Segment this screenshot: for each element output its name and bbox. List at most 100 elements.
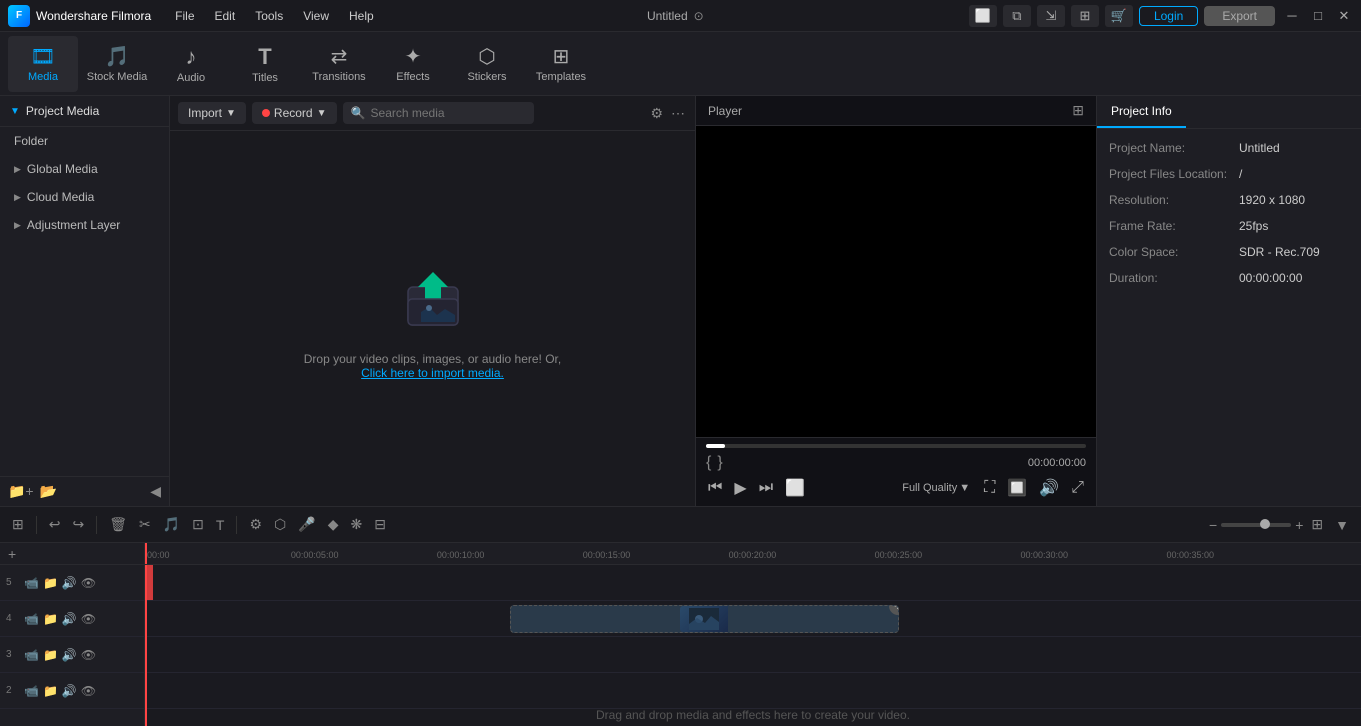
track-folder-icon-5[interactable]: 📁 (43, 576, 58, 590)
import-link[interactable]: Click here to import media. (361, 366, 504, 380)
expand-button[interactable]: ⤢ (1069, 477, 1086, 499)
left-panel-adjustment-layer[interactable]: ▶ Adjustment Layer (0, 211, 169, 239)
track-folder-icon-4[interactable]: 📁 (43, 612, 58, 626)
track-folder-icon-2[interactable]: 📁 (43, 684, 58, 698)
layout-icon-btn[interactable]: ⧉ (1003, 5, 1031, 27)
ai-btn[interactable]: ❋ (346, 514, 366, 535)
ruler-label-7: 00:00:35:00 (1166, 550, 1214, 560)
playhead-line (145, 543, 147, 564)
toolbar-item-effects[interactable]: ✦ Effects (378, 36, 448, 92)
login-button[interactable]: Login (1139, 6, 1198, 26)
app-name: Wondershare Filmora (36, 9, 151, 23)
media-label: Media (28, 71, 58, 83)
keyframe-btn[interactable]: ◆ (324, 514, 343, 535)
menu-view[interactable]: View (295, 7, 337, 25)
more-options-icon[interactable]: ⋯ (669, 103, 687, 124)
progress-bar[interactable] (706, 444, 1086, 448)
mark-btn[interactable]: ⬡ (270, 514, 290, 535)
grid-icon-btn[interactable]: ⊞ (1071, 5, 1099, 27)
search-input[interactable] (343, 102, 534, 124)
zoom-slider[interactable] (1221, 523, 1291, 527)
track-row-4[interactable]: + (145, 601, 1361, 637)
track-audio-icon-5[interactable]: 🔊 (62, 576, 77, 590)
redo-btn[interactable]: ↪ (68, 514, 88, 535)
pip-btn[interactable]: ⊟ (370, 514, 390, 535)
grid-layout-btn[interactable]: ⊞ (1307, 514, 1327, 535)
new-folder-icon[interactable]: 📂 (40, 483, 57, 500)
menu-edit[interactable]: Edit (207, 7, 244, 25)
track-camera-icon-4[interactable]: 📹 (24, 612, 39, 626)
monitor-icon-btn[interactable]: ⬜ (969, 5, 997, 27)
maximize-button[interactable]: □ (1309, 7, 1327, 25)
menu-file[interactable]: File (167, 7, 202, 25)
quality-button[interactable]: Full Quality ▼ (902, 482, 970, 494)
toolbar-item-audio[interactable]: ♪ Audio (156, 36, 226, 92)
zoom-slider-handle[interactable] (1260, 519, 1270, 529)
add-clip-btn[interactable]: + (889, 605, 899, 615)
screenshot-button[interactable]: ⬜ (783, 476, 807, 500)
track-camera-icon-5[interactable]: 📹 (24, 576, 39, 590)
undo-btn[interactable]: ↩ (45, 514, 65, 535)
track-camera-icon-2[interactable]: 📹 (24, 684, 39, 698)
filter-icon[interactable]: ⚙ (648, 103, 665, 124)
track-eye-icon-5[interactable]: 👁 (81, 576, 96, 590)
track-eye-icon-3[interactable]: 👁 (81, 648, 96, 662)
toolbar-item-transitions[interactable]: ⇄ Transitions (304, 36, 374, 92)
import-button[interactable]: Import ▼ (178, 102, 246, 124)
toolbar-item-titles[interactable]: T Titles (230, 36, 300, 92)
step-forward-button[interactable]: ⏭ (757, 477, 775, 499)
add-track-btn[interactable]: ⊞ (8, 514, 28, 535)
menu-help[interactable]: Help (341, 7, 382, 25)
toolbar-item-stock[interactable]: 🎵 Stock Media (82, 36, 152, 92)
text-btn[interactable]: T (212, 515, 229, 535)
audio-detach-btn[interactable]: 🎵 (159, 514, 184, 535)
track-row-3[interactable] (145, 637, 1361, 673)
ruler-label-4: 00:00:20:00 (729, 550, 777, 560)
track-eye-icon-4[interactable]: 👁 (81, 612, 96, 626)
toolbar-item-stickers[interactable]: ⬡ Stickers (452, 36, 522, 92)
menu-tools[interactable]: Tools (247, 7, 291, 25)
timeline-area: ⊞ ↩ ↪ 🗑 ✂ 🎵 ⊡ T ⚙ ⬡ 🎤 ◆ ❋ ⊟ − + ⊞ ▼ + (0, 506, 1361, 726)
toolbar-item-templates[interactable]: ⊞ Templates (526, 36, 596, 92)
mark-out-btn[interactable]: } (717, 454, 722, 472)
left-panel-folder[interactable]: Folder (0, 127, 169, 155)
voice-btn[interactable]: 🎤 (294, 514, 319, 535)
add-folder-icon[interactable]: 📁+ (8, 483, 34, 500)
tab-project-info[interactable]: Project Info (1097, 96, 1186, 128)
volume-button[interactable]: 🔊 (1037, 476, 1061, 500)
speed-btn[interactable]: ⚙ (245, 514, 266, 535)
toolbar-item-media[interactable]: 🎞 Media (8, 36, 78, 92)
collapse-panel-btn[interactable]: ◀ (150, 483, 161, 500)
track-row-2[interactable] (145, 673, 1361, 709)
track-audio-icon-3[interactable]: 🔊 (62, 648, 77, 662)
cart-icon-btn[interactable]: 🛒 (1105, 5, 1133, 27)
track-audio-icon-4[interactable]: 🔊 (62, 612, 77, 626)
mark-in-btn[interactable]: { (706, 454, 711, 472)
track-row-5[interactable] (145, 565, 1361, 601)
minimize-button[interactable]: ─ (1283, 7, 1301, 25)
zoom-in-btn[interactable]: + (1295, 517, 1303, 533)
play-button[interactable]: ▶ (732, 476, 748, 500)
track-eye-icon-2[interactable]: 👁 (81, 684, 96, 698)
files-location-value: / (1239, 167, 1242, 181)
step-back-button[interactable]: ⏮ (706, 477, 724, 499)
delete-btn[interactable]: 🗑 (105, 514, 131, 535)
cut-btn[interactable]: ✂ (135, 514, 155, 535)
crop-button[interactable]: 🔲 (1005, 476, 1029, 500)
more-btn[interactable]: ▼ (1331, 515, 1353, 535)
track-clip-4[interactable]: + (510, 605, 899, 633)
close-button[interactable]: ✕ (1335, 7, 1353, 25)
left-panel-cloud-media[interactable]: ▶ Cloud Media (0, 183, 169, 211)
export-button[interactable]: Export (1204, 6, 1275, 26)
record-button[interactable]: Record ▼ (252, 102, 337, 124)
fullscreen-button[interactable]: ⛶ (982, 477, 997, 499)
track-camera-icon-3[interactable]: 📹 (24, 648, 39, 662)
zoom-out-btn[interactable]: − (1209, 517, 1217, 533)
left-panel-global-media[interactable]: ▶ Global Media (0, 155, 169, 183)
player-settings-icon[interactable]: ⊞ (1072, 102, 1084, 119)
add-video-track-btn[interactable]: + (8, 546, 16, 562)
ungroup-btn[interactable]: ⊡ (188, 514, 208, 535)
track-audio-icon-2[interactable]: 🔊 (62, 684, 77, 698)
expand-icon-btn[interactable]: ⇲ (1037, 5, 1065, 27)
track-folder-icon-3[interactable]: 📁 (43, 648, 58, 662)
